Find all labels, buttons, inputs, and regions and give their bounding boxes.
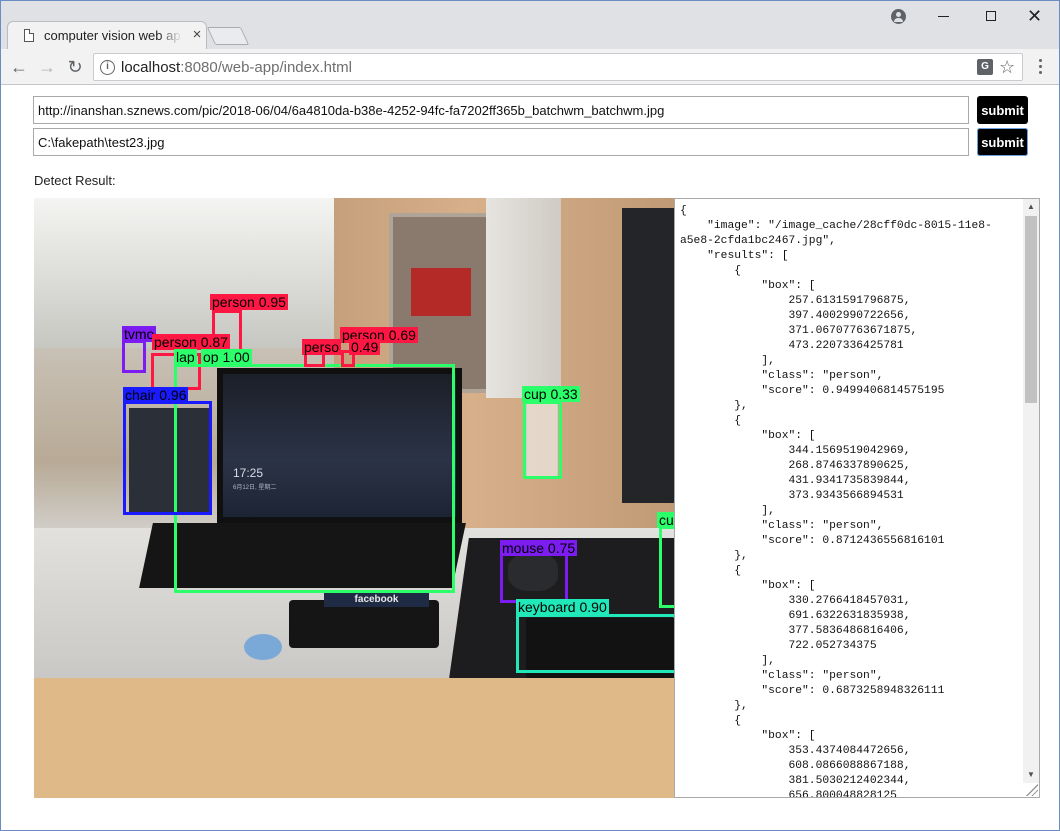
detection-box-keyboard: [516, 614, 675, 673]
detect-result-label: Detect Result:: [34, 173, 116, 188]
detection-box-chair: [123, 401, 212, 515]
url-text: localhost:8080/web-app/index.html: [121, 59, 352, 76]
tab-strip: computer vision web app × ✕: [1, 1, 1059, 49]
detection-label: mouse 0.75: [500, 540, 578, 556]
minimize-icon[interactable]: [938, 16, 949, 17]
back-icon[interactable]: ←: [7, 55, 31, 79]
scroll-thumb[interactable]: [1025, 216, 1037, 403]
detection-label: op 1.00: [201, 349, 252, 365]
tab-title: computer vision web app: [44, 28, 182, 43]
detection-label: lap: [174, 349, 197, 365]
browser-menu-icon[interactable]: [1035, 55, 1045, 79]
detection-label: cu: [657, 512, 675, 528]
account-icon[interactable]: [891, 9, 906, 24]
browser-toolbar: ← → ↻ i localhost:8080/web-app/index.htm…: [1, 49, 1059, 85]
json-result-textarea[interactable]: { "image": "/image_cache/28cff0dc-8015-1…: [674, 198, 1040, 798]
detection-result-image: 17:25 6月12日, 星期二 facebook person 0.95 tv…: [34, 198, 675, 798]
maximize-icon[interactable]: [986, 11, 996, 21]
detection-label: perso: [302, 339, 342, 355]
browser-window: computer vision web app × ✕ ← → ↻ i loca…: [0, 0, 1060, 831]
close-tab-icon[interactable]: ×: [190, 27, 204, 43]
translate-icon[interactable]: G: [977, 59, 993, 75]
detection-label: keyboard 0.90: [516, 599, 609, 615]
detection-box-cup: [659, 526, 675, 608]
detection-label: person 0.95: [210, 294, 288, 310]
reload-icon[interactable]: ↻: [63, 55, 87, 79]
detection-label: 0.49: [349, 339, 381, 355]
address-bar[interactable]: i localhost:8080/web-app/index.html G ☆: [93, 53, 1023, 81]
vertical-scrollbar[interactable]: ▲ ▼: [1023, 199, 1039, 783]
facebook-sticker: facebook: [324, 593, 429, 607]
submit-url-button[interactable]: submit: [977, 96, 1028, 124]
tab-computer-vision[interactable]: computer vision web app ×: [7, 21, 207, 49]
scroll-down-icon[interactable]: ▼: [1023, 767, 1039, 783]
detection-box-tvmonitor: [122, 340, 146, 373]
json-result-text: { "image": "/image_cache/28cff0dc-8015-1…: [680, 205, 992, 798]
file-form: submit: [33, 128, 1029, 156]
submit-file-button[interactable]: submit: [977, 128, 1028, 156]
page-content: submit submit Detect Result: 17:25: [1, 86, 1059, 830]
scroll-up-icon[interactable]: ▲: [1023, 199, 1039, 215]
resize-grip-icon[interactable]: [1026, 784, 1038, 796]
file-path-input[interactable]: [33, 128, 969, 156]
detection-box-laptop: [174, 364, 455, 593]
url-host: localhost: [121, 59, 181, 76]
url-form: submit: [33, 96, 1029, 124]
page-icon: [24, 29, 34, 42]
close-window-icon[interactable]: ✕: [1027, 5, 1042, 27]
new-tab-button[interactable]: [206, 27, 250, 45]
url-path: :8080/web-app/index.html: [180, 59, 352, 76]
detection-label: person 0.87: [152, 334, 230, 350]
detection-box-mouse: [500, 552, 568, 603]
office-photo: 17:25 6月12日, 星期二 facebook person 0.95 tv…: [34, 198, 675, 678]
forward-icon[interactable]: →: [35, 55, 59, 79]
image-url-input[interactable]: [33, 96, 969, 124]
info-icon[interactable]: i: [100, 60, 115, 75]
detection-label: cup 0.33: [522, 386, 580, 402]
bookmark-star-icon[interactable]: ☆: [999, 56, 1015, 78]
detection-label: chair 0.96: [123, 387, 189, 403]
detection-box-cup: [523, 401, 562, 479]
